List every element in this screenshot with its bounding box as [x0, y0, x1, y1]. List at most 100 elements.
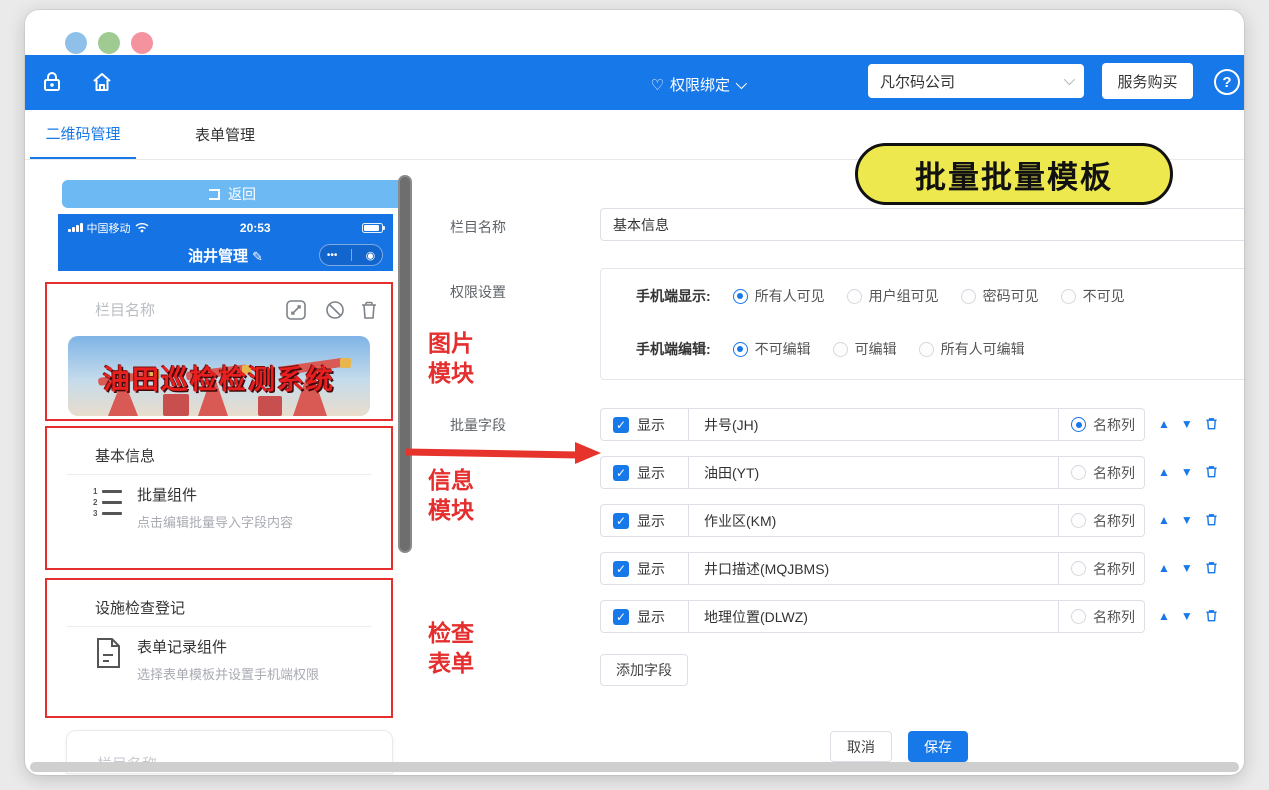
- field-name-input[interactable]: 作业区(KM): [689, 505, 1059, 536]
- move-down-icon[interactable]: ▼: [1181, 465, 1193, 479]
- checkbox-icon: ✓: [613, 561, 629, 577]
- move-down-icon[interactable]: ▼: [1181, 561, 1193, 575]
- radio-visible-group[interactable]: 用户组可见: [847, 286, 939, 306]
- resize-icon[interactable]: [285, 299, 307, 321]
- column-name-input[interactable]: 基本信息: [600, 208, 1244, 241]
- radio-icon: [833, 342, 848, 357]
- radio-icon: [1071, 465, 1086, 480]
- save-button[interactable]: 保存: [908, 731, 968, 762]
- show-checkbox[interactable]: ✓显示: [601, 457, 689, 488]
- checkbox-icon: ✓: [613, 513, 629, 529]
- document-icon: [94, 637, 122, 674]
- window-control-red[interactable]: [131, 32, 153, 54]
- radio-editable[interactable]: 可编辑: [833, 339, 897, 359]
- radio-editable-all[interactable]: 所有人可编辑: [919, 339, 1025, 359]
- delete-row-icon[interactable]: [1204, 464, 1219, 479]
- field-row: ✓显示 井口描述(MQJBMS) 名称列: [600, 552, 1145, 585]
- move-up-icon[interactable]: ▲: [1158, 513, 1170, 527]
- row-controls: ▲▼: [1158, 608, 1219, 623]
- phone-title-bar: 油井管理 ✎ ••• ◉: [58, 241, 393, 271]
- field-name-input[interactable]: 油田(YT): [689, 457, 1059, 488]
- radio-icon: [1071, 417, 1086, 432]
- move-up-icon[interactable]: ▲: [1158, 417, 1170, 431]
- permission-binding-menu[interactable]: ♡ 权限绑定: [651, 74, 744, 95]
- image-module-card[interactable]: 栏目名称: [45, 282, 393, 421]
- checkbox-icon: ✓: [613, 609, 629, 625]
- phone-back-button[interactable]: 返回: [62, 180, 403, 208]
- info-module-card[interactable]: 基本信息 1 2 3 批量组件 点击编辑批量导入字段内容: [45, 426, 393, 570]
- window-control-green[interactable]: [98, 32, 120, 54]
- move-up-icon[interactable]: ▲: [1158, 465, 1170, 479]
- name-column-radio[interactable]: 名称列: [1059, 409, 1144, 440]
- column-name-label: 栏目名称: [450, 217, 506, 237]
- add-field-button[interactable]: 添加字段: [600, 654, 688, 686]
- permission-settings-box: 手机端显示: 所有人可见 用户组可见 密码可见 不可见 手机端编辑: 不可编辑 …: [600, 268, 1244, 380]
- name-column-radio[interactable]: 名称列: [1059, 505, 1144, 536]
- form-module-card[interactable]: 设施检查登记 表单记录组件 选择表单模板并设置手机端权限: [45, 578, 393, 718]
- show-checkbox[interactable]: ✓显示: [601, 505, 689, 536]
- radio-visible-password[interactable]: 密码可见: [961, 286, 1039, 306]
- radio-invisible[interactable]: 不可见: [1061, 286, 1125, 306]
- phone-status-bar: 中国移动 20:53: [58, 214, 393, 241]
- company-select-value: 凡尔码公司: [880, 71, 955, 92]
- move-down-icon[interactable]: ▼: [1181, 609, 1193, 623]
- field-row: ✓显示 作业区(KM) 名称列: [600, 504, 1145, 537]
- carrier-label: 中国移动: [87, 220, 131, 236]
- row-controls: ▲▼: [1158, 560, 1219, 575]
- field-name-input[interactable]: 井号(JH): [689, 409, 1059, 440]
- move-down-icon[interactable]: ▼: [1181, 417, 1193, 431]
- delete-row-icon[interactable]: [1204, 512, 1219, 527]
- trash-icon[interactable]: [358, 299, 380, 321]
- app-window: ♡ 权限绑定 凡尔码公司 服务购买 ? 二维码管理 表单管理 返回 中国移: [25, 10, 1244, 775]
- form-record-component-hint: 选择表单模板并设置手机端权限: [137, 664, 319, 683]
- home-icon[interactable]: [90, 70, 114, 94]
- field-name-input[interactable]: 井口描述(MQJBMS): [689, 553, 1059, 584]
- name-column-radio[interactable]: 名称列: [1059, 601, 1144, 632]
- field-row: ✓显示 井号(JH) 名称列: [600, 408, 1145, 441]
- name-column-radio[interactable]: 名称列: [1059, 553, 1144, 584]
- radio-visible-all[interactable]: 所有人可见: [733, 286, 825, 306]
- delete-row-icon[interactable]: [1204, 608, 1219, 623]
- service-purchase-button[interactable]: 服务购买: [1102, 63, 1193, 99]
- row-controls: ▲▼: [1158, 512, 1219, 527]
- field-row: ✓显示 油田(YT) 名称列: [600, 456, 1145, 489]
- move-down-icon[interactable]: ▼: [1181, 513, 1193, 527]
- window-control-blue[interactable]: [65, 32, 87, 54]
- more-dots-icon[interactable]: •••: [327, 250, 338, 261]
- delete-row-icon[interactable]: [1204, 416, 1219, 431]
- permission-binding-label: 权限绑定: [670, 74, 730, 95]
- banner-image[interactable]: 油田巡检检测系统: [68, 336, 370, 416]
- show-checkbox[interactable]: ✓显示: [601, 601, 689, 632]
- form-record-component-label[interactable]: 表单记录组件: [137, 636, 227, 657]
- annotation-info-module: 信息 模块: [428, 465, 474, 525]
- tab-form-management[interactable]: 表单管理: [193, 110, 257, 159]
- phone-panel-scrollbar[interactable]: [398, 175, 412, 553]
- show-checkbox[interactable]: ✓显示: [601, 553, 689, 584]
- move-up-icon[interactable]: ▲: [1158, 609, 1170, 623]
- show-checkbox[interactable]: ✓显示: [601, 409, 689, 440]
- help-icon[interactable]: ?: [1214, 69, 1240, 95]
- app-header: ♡ 权限绑定 凡尔码公司 服务购买 ?: [25, 55, 1244, 110]
- info-module-title: 基本信息: [95, 445, 155, 466]
- field-row: ✓显示 地理位置(DLWZ) 名称列: [600, 600, 1145, 633]
- edit-pencil-icon[interactable]: ✎: [252, 249, 263, 264]
- company-select[interactable]: 凡尔码公司: [868, 64, 1084, 98]
- lock-icon[interactable]: [40, 70, 64, 94]
- miniprogram-capsule[interactable]: ••• ◉: [319, 244, 383, 266]
- delete-row-icon[interactable]: [1204, 560, 1219, 575]
- mobile-edit-row: 手机端编辑: 不可编辑 可编辑 所有人可编辑: [636, 339, 1025, 359]
- capsule-close-icon[interactable]: ◉: [366, 249, 376, 262]
- radio-icon: [961, 289, 976, 304]
- cancel-button[interactable]: 取消: [830, 731, 892, 762]
- batch-component-label[interactable]: 批量组件: [137, 484, 197, 505]
- disable-icon[interactable]: [324, 299, 346, 321]
- move-up-icon[interactable]: ▲: [1158, 561, 1170, 575]
- field-name-input[interactable]: 地理位置(DLWZ): [689, 601, 1059, 632]
- radio-not-editable[interactable]: 不可编辑: [733, 339, 811, 359]
- exit-icon: [209, 189, 220, 200]
- radio-icon: [919, 342, 934, 357]
- name-column-radio[interactable]: 名称列: [1059, 457, 1144, 488]
- permission-settings-label: 权限设置: [450, 282, 506, 302]
- horizontal-scrollbar[interactable]: [30, 762, 1239, 772]
- tab-qrcode-management[interactable]: 二维码管理: [30, 110, 136, 159]
